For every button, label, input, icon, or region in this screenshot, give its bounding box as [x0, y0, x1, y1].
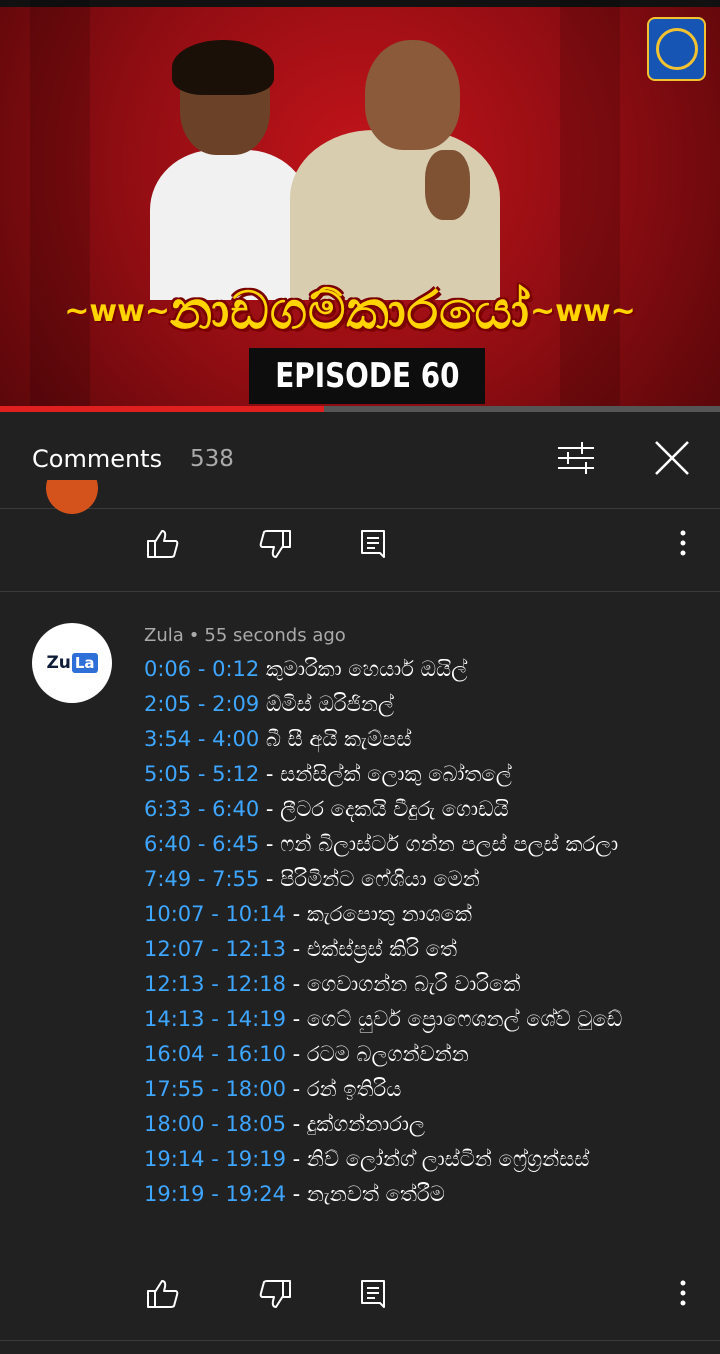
actor-one-hair	[172, 40, 274, 95]
sort-filter-icon[interactable]	[556, 440, 596, 476]
episode-text: EPISODE 60	[274, 356, 460, 396]
meta-separator: •	[188, 625, 200, 646]
segment-text: - ෆන් බිලාස්ටර් ගන්න පලස් පලස් කරලා	[259, 832, 619, 856]
timestamp-link[interactable]: 10:07 - 10:14	[144, 902, 286, 926]
channel-logo-icon	[647, 17, 706, 81]
segment-text: - නිව් ලෝන්ග් ලාස්ටින් ෆ්‍රේග්‍රන්සස්	[285, 1147, 590, 1171]
segment-text: බී සී අයි කැම්පස්	[259, 727, 412, 751]
timestamp-link[interactable]: 6:33 - 6:40	[144, 797, 259, 821]
timestamp-link[interactable]: 2:05 - 2:09	[144, 692, 259, 716]
list-item: 17:55 - 18:00 - රන් ඉතිරිය	[144, 1072, 704, 1107]
segment-text: - රන් ඉතිරිය	[285, 1077, 402, 1101]
list-item: 10:07 - 10:14 - කැරපොතු නාශකේ	[144, 897, 704, 932]
reply-icon[interactable]	[356, 527, 390, 561]
segment-text: - පිරිමින්ට ෆේශියා මෙන්	[259, 867, 480, 891]
video-thumbnail[interactable]: ~ww~ නාඩගම්කාරයෝ ~ww~ EPISODE 60	[0, 0, 720, 412]
timestamp-link[interactable]: 19:14 - 19:19	[144, 1147, 286, 1171]
comments-title: Comments	[32, 445, 163, 473]
list-item: 6:33 - 6:40 - ලීටර දෙකයි වීදුරු ගොඩයි	[144, 792, 704, 827]
comment-divider	[0, 1340, 720, 1341]
background-decoration	[30, 0, 90, 412]
swirl-left-decoration: ~ww~	[64, 293, 170, 329]
timestamp-link[interactable]: 12:13 - 12:18	[144, 972, 286, 996]
list-item: 7:49 - 7:55 - පිරිමින්ට ෆේශියා මෙන්	[144, 862, 704, 897]
swirl-right-decoration: ~ww~	[530, 293, 636, 329]
comment-divider	[0, 591, 720, 592]
segment-text: - එක්ස්ප්‍රස් කිරි තේ	[285, 937, 458, 961]
comments-count: 538	[190, 446, 234, 472]
segment-text: - දුක්ගන්නාරාල	[285, 1112, 425, 1136]
comments-header: Comments 538	[0, 412, 720, 509]
timestamp-link[interactable]: 18:00 - 18:05	[144, 1112, 286, 1136]
comment-time: 55 seconds ago	[204, 625, 346, 646]
avatar-logo-zu: Zu	[46, 653, 71, 673]
timestamp-link[interactable]: 16:04 - 16:10	[144, 1042, 286, 1066]
segment-text: - සන්සිල්ක් ලොකු බෝතලේ	[259, 762, 512, 786]
timestamp-link[interactable]: 3:54 - 4:00	[144, 727, 259, 751]
list-item: 6:40 - 6:45 - ෆන් බිලාස්ටර් ගන්න පලස් පල…	[144, 827, 704, 862]
timestamp-link[interactable]: 12:07 - 12:13	[144, 937, 286, 961]
list-item: 12:13 - 12:18 - ගෙවාගන්න බැරි වාරිකේ	[144, 967, 704, 1002]
thumb-down-icon[interactable]	[258, 1277, 292, 1311]
show-title: නාඩගම්කාරයෝ	[169, 280, 531, 341]
timestamp-link[interactable]: 14:13 - 14:19	[144, 1007, 286, 1031]
thumb-up-icon[interactable]	[146, 1277, 180, 1311]
segment-text: - ගෙට් යුවර් ප්‍රොෆෙශනල් ශේව් ටුඩේ	[285, 1007, 623, 1031]
list-item: 3:54 - 4:00 බී සී අයි කැම්පස්	[144, 722, 704, 757]
timestamp-link[interactable]: 19:19 - 19:24	[144, 1182, 286, 1206]
list-item: 0:06 - 0:12 කුමාරිකා හෙයාර් ඔයිල්	[144, 652, 704, 687]
list-item: 14:13 - 14:19 - ගෙට් යුවර් ප්‍රොෆෙශනල් ශ…	[144, 1002, 704, 1037]
show-title-banner: ~ww~ නාඩගම්කාරයෝ ~ww~	[20, 272, 680, 350]
logo-ring	[655, 28, 698, 70]
segment-text: - රටම බලගන්වන්න	[285, 1042, 469, 1066]
timestamp-link[interactable]: 5:05 - 5:12	[144, 762, 259, 786]
avatar-logo-la: La	[71, 653, 98, 673]
segment-text: - නැනවත් තේරීම	[285, 1182, 445, 1206]
close-icon[interactable]	[652, 438, 692, 478]
thumb-up-icon[interactable]	[146, 527, 180, 561]
segment-text: - කැරපොතු නාශකේ	[285, 902, 472, 926]
background-decoration	[560, 0, 620, 412]
avatar[interactable]: Zu La	[32, 623, 112, 703]
more-vert-icon[interactable]	[678, 1278, 688, 1308]
comment-author[interactable]: Zula	[144, 625, 184, 646]
list-item: 19:19 - 19:24 - නැනවත් තේරීම	[144, 1177, 704, 1212]
prev-comment-avatar[interactable]	[46, 480, 98, 514]
more-vert-icon[interactable]	[678, 528, 688, 558]
list-item: 5:05 - 5:12 - සන්සිල්ක් ලොකු බෝතලේ	[144, 757, 704, 792]
comment-body: 0:06 - 0:12 කුමාරිකා හෙයාර් ඔයිල් 2:05 - …	[144, 652, 704, 1212]
segment-text: - ලීටර දෙකයි වීදුරු ගොඩයි	[259, 797, 509, 821]
timestamp-link[interactable]: 0:06 - 0:12	[144, 657, 259, 681]
reply-icon[interactable]	[356, 1277, 390, 1311]
segment-text: ඕමිස් ඔරිජිනල්	[259, 692, 394, 716]
list-item: 19:14 - 19:19 - නිව් ලෝන්ග් ලාස්ටින් ෆ්‍…	[144, 1142, 704, 1177]
timestamp-link[interactable]: 17:55 - 18:00	[144, 1077, 286, 1101]
episode-label: EPISODE 60	[249, 348, 485, 404]
segment-text: කුමාරිකා හෙයාර් ඔයිල්	[259, 657, 468, 681]
timestamp-link[interactable]: 6:40 - 6:45	[144, 832, 259, 856]
thumb-down-icon[interactable]	[258, 527, 292, 561]
timestamp-link[interactable]: 7:49 - 7:55	[144, 867, 259, 891]
list-item: 2:05 - 2:09 ඕමිස් ඔරිජිනල්	[144, 687, 704, 722]
comment-meta: Zula • 55 seconds ago	[144, 625, 346, 646]
segment-text: - ගෙවාගන්න බැරි වාරිකේ	[285, 972, 521, 996]
actor-two-head	[365, 40, 460, 150]
list-item: 12:07 - 12:13 - එක්ස්ප්‍රස් කිරි තේ	[144, 932, 704, 967]
list-item: 16:04 - 16:10 - රටම බලගන්වන්න	[144, 1037, 704, 1072]
actor-two-hands	[425, 150, 470, 220]
list-item: 18:00 - 18:05 - දුක්ගන්නාරාල	[144, 1107, 704, 1142]
